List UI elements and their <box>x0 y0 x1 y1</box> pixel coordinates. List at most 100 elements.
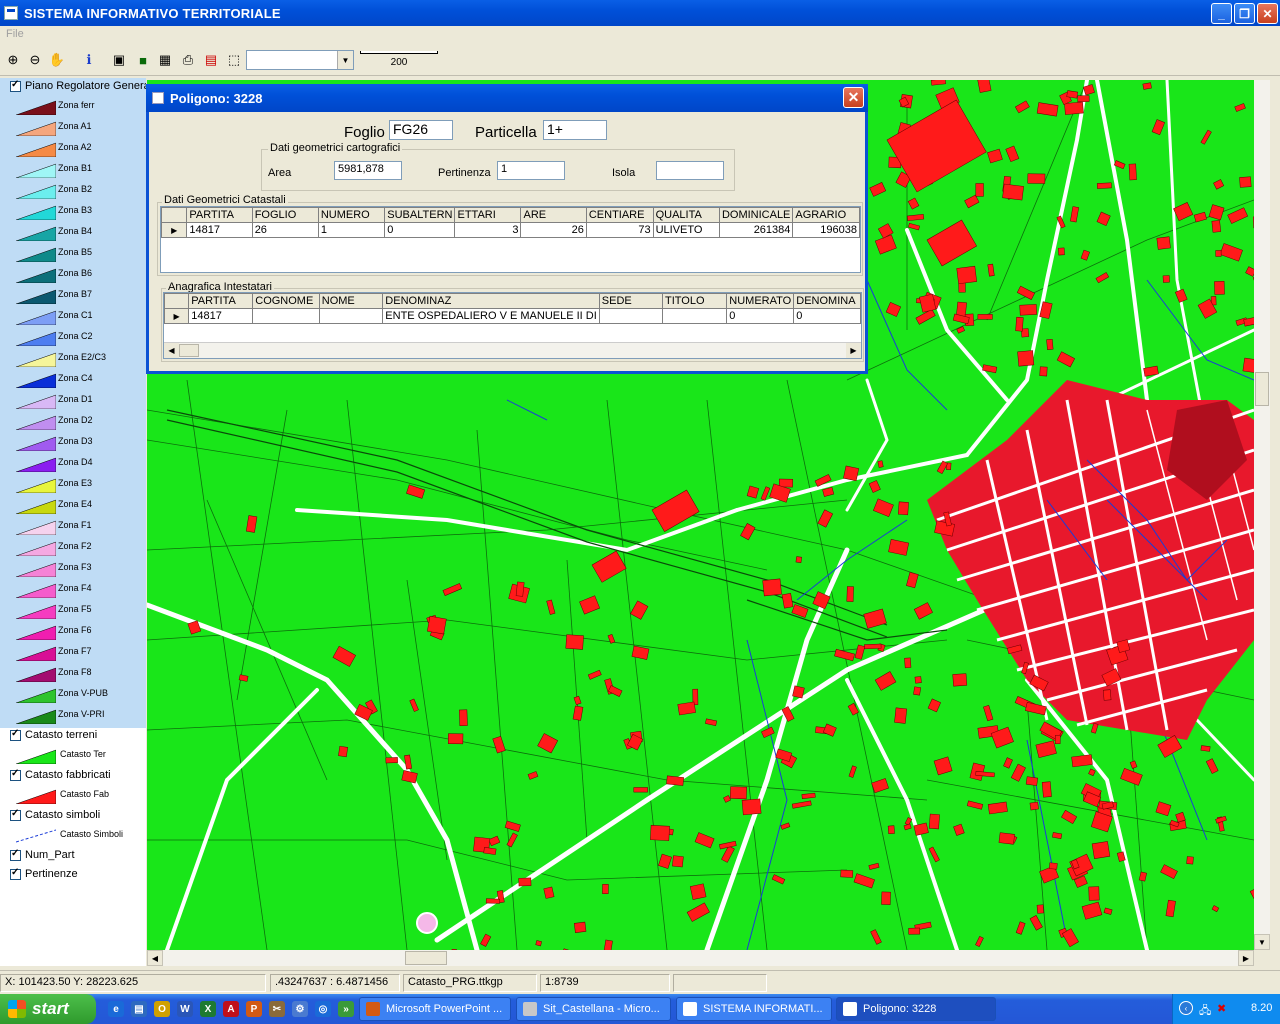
area-field[interactable]: 5981,878 <box>334 161 402 180</box>
chevron-left-icon[interactable]: ‹ <box>1179 1001 1193 1015</box>
fill-icon[interactable]: ■ <box>134 51 152 69</box>
grid-header-cell[interactable]: DENOMINAZ <box>382 293 600 309</box>
horizontal-scrollbar[interactable]: ◀ ▶ <box>147 950 1254 966</box>
grid-cell[interactable]: 0 <box>726 308 795 324</box>
table-row[interactable]: ▶ 14817 26 1 0 3 26 73 ULIVETO 261384 196038 <box>161 222 860 238</box>
chevron-right-icon[interactable]: » <box>338 1001 354 1017</box>
menu-file[interactable]: File <box>6 28 24 40</box>
grid-cell[interactable] <box>252 308 320 324</box>
select-icon[interactable]: ⬚ <box>225 51 243 69</box>
checkbox[interactable] <box>10 848 21 861</box>
grid-cell[interactable] <box>598 308 663 324</box>
clock[interactable]: 8.20 <box>1251 1002 1272 1014</box>
maximize-button[interactable]: ❐ <box>1234 3 1255 24</box>
grid-cell[interactable]: 0 <box>384 222 456 238</box>
grid-header-cell[interactable]: SUBALTERN <box>384 207 456 223</box>
row-selector-icon[interactable]: ▶ <box>164 308 190 324</box>
grid-cell[interactable]: 261384 <box>718 222 794 238</box>
vertical-scrollbar[interactable]: ▼ <box>1254 80 1270 950</box>
grid-header-cell[interactable]: ARE <box>520 207 587 223</box>
task-poligono[interactable]: Poligono: 3228 <box>836 997 996 1021</box>
layer-combo[interactable]: ▼ <box>246 50 354 70</box>
minimize-button[interactable]: _ <box>1211 3 1232 24</box>
scroll-left-icon[interactable]: ◀ <box>147 950 163 966</box>
grid-cell[interactable]: 1 <box>317 222 386 238</box>
grid-header-cell[interactable]: PARTITA <box>186 207 253 223</box>
pan-icon[interactable]: ✋ <box>48 51 66 69</box>
pertinenza-field[interactable]: 1 <box>497 161 565 180</box>
close-button[interactable]: ✕ <box>1257 3 1278 24</box>
vertical-scroll-thumb[interactable] <box>1255 372 1269 406</box>
settings-icon[interactable]: ⚙ <box>292 1001 308 1017</box>
app-icon[interactable] <box>4 6 18 20</box>
alert-tray-icon[interactable]: ✖ <box>1217 1002 1226 1015</box>
grid-header-cell[interactable]: NUMERO <box>317 207 386 223</box>
checkbox[interactable] <box>10 728 21 741</box>
isola-field[interactable] <box>656 161 724 180</box>
checkbox[interactable] <box>10 808 21 821</box>
outlook-icon[interactable]: O <box>154 1001 170 1017</box>
grid-header-cell[interactable]: FOGLIO <box>251 207 319 223</box>
grid-cell[interactable]: 73 <box>585 222 654 238</box>
print-icon[interactable]: ⎙ <box>179 51 197 69</box>
grid-header-cell[interactable]: AGRARIO <box>792 207 860 223</box>
anagrafica-grid[interactable]: PARTITA COGNOME NOME DENOMINAZ SEDE TITOLO NUM… <box>163 292 862 359</box>
scroll-left-icon[interactable]: ◀ <box>164 343 179 358</box>
catastali-grid[interactable]: PARTITA FOGLIO NUMERO SUBALTERN ETTARI ARE CEN… <box>160 206 861 273</box>
anagrafica-hscrollbar[interactable]: ◀ ▶ <box>164 342 861 358</box>
grid-header-cell[interactable]: DENOMINA <box>793 293 861 309</box>
grid-header-cell[interactable]: SEDE <box>598 293 663 309</box>
legend-group-simboli[interactable]: Catasto simboli <box>10 808 100 821</box>
zoom-out-icon[interactable]: ⊖ <box>26 51 44 69</box>
legend-group-prg[interactable]: Piano Regolatore Generale <box>10 79 146 92</box>
row-selector-icon[interactable]: ▶ <box>161 222 188 238</box>
grid-header-cell[interactable]: ETTARI <box>454 207 522 223</box>
task-sit-castellana[interactable]: Sit_Castellana - Micro... <box>516 997 671 1021</box>
zoom-in-icon[interactable]: ⊕ <box>4 51 22 69</box>
word-icon[interactable]: W <box>177 1001 193 1017</box>
grid-header-cell[interactable]: TITOLO <box>661 293 728 309</box>
grid-cell[interactable]: 26 <box>520 222 587 238</box>
grid-header-cell[interactable]: DOMINICALE <box>718 207 794 223</box>
grid-cell[interactable]: ENTE OSPEDALIERO V E MANUELE II DI <box>382 308 600 324</box>
scroll-right-icon[interactable]: ▶ <box>846 343 861 358</box>
legend-group-fabbricati[interactable]: Catasto fabbricati <box>10 768 111 781</box>
grid-scroll-thumb[interactable] <box>179 344 199 357</box>
grid-cell[interactable] <box>318 308 384 324</box>
grid-cell[interactable]: 26 <box>251 222 319 238</box>
table-row[interactable]: ▶ 14817 ENTE OSPEDALIERO V E MANUELE II DI… <box>164 308 861 324</box>
grid-cell[interactable] <box>661 308 728 324</box>
tool-icon[interactable]: ✂ <box>269 1001 285 1017</box>
checkbox[interactable] <box>10 768 21 781</box>
dialog-close-button[interactable]: ✕ <box>843 87 864 108</box>
grid-cell[interactable]: 3 <box>454 222 522 238</box>
legend-group-pertinenze[interactable]: Pertinenze <box>10 867 78 880</box>
grid-cell[interactable]: ULIVETO <box>652 222 720 238</box>
powerpoint-icon[interactable]: P <box>246 1001 262 1017</box>
grid-header-cell[interactable]: NOME <box>318 293 384 309</box>
ie-icon[interactable]: e <box>108 1001 124 1017</box>
task-sistema[interactable]: SISTEMA INFORMATI... <box>676 997 832 1021</box>
grid-header-cell[interactable]: QUALITA <box>652 207 720 223</box>
info-icon[interactable]: ℹ <box>80 51 98 69</box>
excel-icon[interactable]: X <box>200 1001 216 1017</box>
scroll-right-icon[interactable]: ▶ <box>1238 950 1254 966</box>
foglio-field[interactable]: FG26 <box>389 120 453 140</box>
explorer-icon[interactable]: ▤ <box>131 1001 147 1017</box>
checkbox[interactable] <box>10 867 21 880</box>
grid-cell[interactable]: 14817 <box>188 308 254 324</box>
export-icon[interactable]: ▤ <box>202 51 220 69</box>
grid-header-cell[interactable]: PARTITA <box>188 293 254 309</box>
particella-field[interactable]: 1+ <box>543 120 607 140</box>
grid-cell[interactable]: 0 <box>793 308 861 324</box>
checkbox[interactable] <box>10 79 21 92</box>
network-tray-icon[interactable]: 🖧 <box>1199 1002 1211 1021</box>
network-icon[interactable]: ◎ <box>315 1001 331 1017</box>
table-icon[interactable]: ▦ <box>156 51 174 69</box>
layer-icon[interactable]: ▣ <box>110 51 128 69</box>
task-powerpoint[interactable]: Microsoft PowerPoint ... <box>359 997 511 1021</box>
chevron-down-icon[interactable]: ▼ <box>337 51 353 69</box>
start-button[interactable]: start <box>0 994 96 1024</box>
horizontal-scroll-thumb[interactable] <box>405 951 447 965</box>
grid-header-cell[interactable]: COGNOME <box>252 293 320 309</box>
